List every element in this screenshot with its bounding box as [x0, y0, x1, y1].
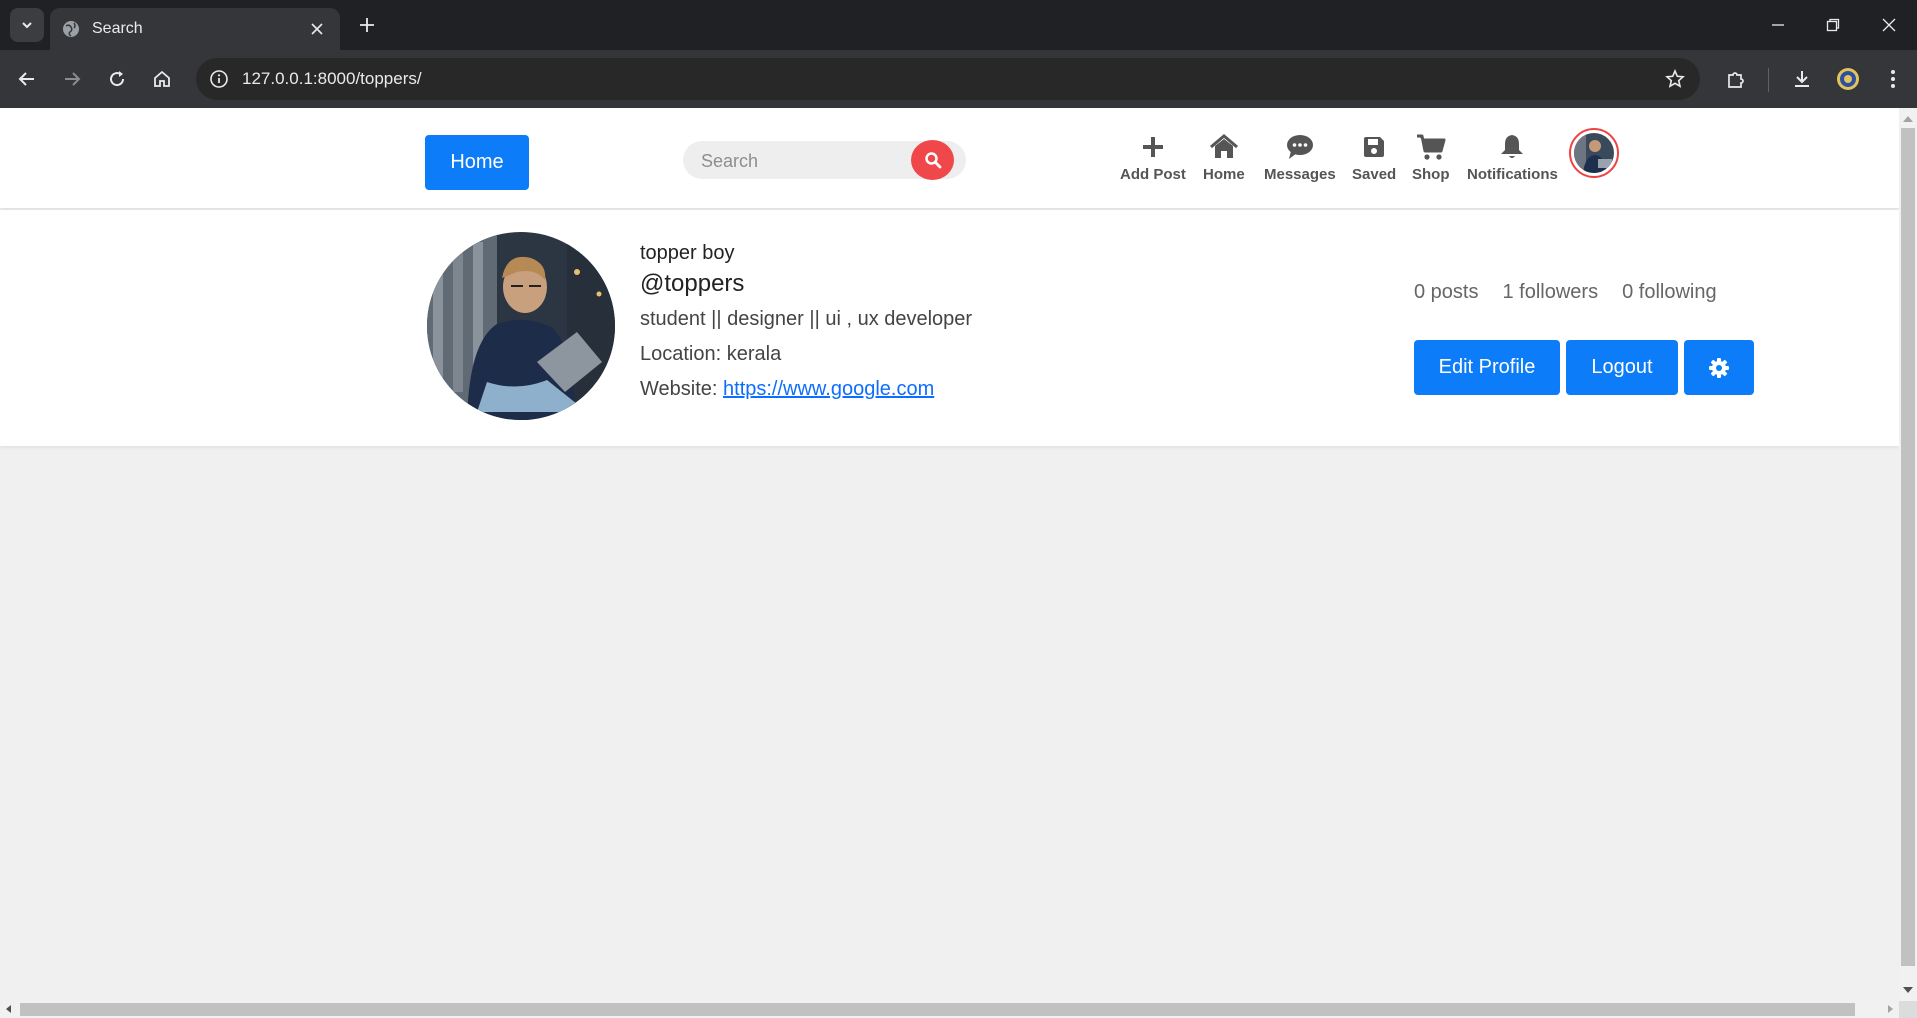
scroll-up-arrow-icon[interactable]	[1903, 116, 1913, 122]
site-navbar: Home Add Post Home Messages	[0, 108, 1899, 208]
back-button[interactable]	[12, 64, 42, 94]
close-icon	[1882, 18, 1896, 32]
nav-label: Notifications	[1467, 166, 1558, 183]
location-value: kerala	[726, 343, 782, 365]
tab-title: Search	[92, 20, 143, 37]
profile-picture	[427, 232, 615, 420]
browser-tab[interactable]: Search	[50, 8, 340, 50]
website-prefix: Website:	[640, 378, 718, 400]
arrow-right-icon	[65, 72, 81, 86]
download-icon	[1795, 71, 1809, 87]
chevron-down-icon	[22, 22, 32, 29]
forward-button[interactable]	[57, 64, 87, 94]
home-outline-icon	[154, 70, 170, 87]
restore-icon	[1826, 18, 1840, 32]
extensions-button[interactable]	[1721, 64, 1751, 94]
floppy-disk-icon	[1359, 132, 1389, 162]
website-line: Website: https://www.google.com	[640, 378, 972, 401]
chat-bubble-icon	[1285, 132, 1315, 162]
horizontal-scroll-thumb[interactable]	[20, 1003, 1855, 1016]
nav-shop[interactable]: Shop	[1412, 132, 1450, 183]
horizontal-scrollbar[interactable]	[0, 1001, 1917, 1018]
site-info-icon[interactable]	[204, 64, 234, 94]
settings-button[interactable]	[1684, 340, 1754, 395]
puzzle-piece-icon	[1728, 72, 1744, 88]
tab-close-icon[interactable]	[306, 18, 328, 40]
browser-toolbar: 127.0.0.1:8000/toppers/	[0, 50, 1917, 108]
kebab-menu-icon	[1891, 70, 1895, 88]
followers-count[interactable]: 1 followers	[1502, 281, 1598, 304]
following-count[interactable]: 0 following	[1622, 281, 1717, 304]
location-prefix: Location:	[640, 343, 722, 365]
location-line: Location: kerala	[640, 343, 972, 366]
reload-button[interactable]	[102, 64, 132, 94]
bio: student || designer || ui , ux developer	[640, 308, 973, 330]
nav-label: Shop	[1412, 166, 1450, 183]
nav-label: Home	[1203, 166, 1245, 183]
edit-profile-button[interactable]: Edit Profile	[1414, 340, 1560, 395]
profile-extension-button[interactable]	[1833, 64, 1863, 94]
nav-notifications[interactable]: Notifications	[1467, 132, 1558, 183]
shopping-cart-icon	[1416, 132, 1446, 162]
plus-icon	[1138, 132, 1168, 162]
house-icon	[1209, 132, 1239, 162]
vertical-scrollbar[interactable]	[1899, 108, 1917, 1001]
search-input[interactable]	[699, 147, 903, 175]
url-text: 127.0.0.1:8000/toppers/	[242, 69, 422, 88]
bookmark-star-icon[interactable]	[1660, 64, 1690, 94]
username: @toppers	[640, 270, 745, 297]
nav-saved[interactable]: Saved	[1352, 132, 1396, 183]
page-viewport: Home Add Post Home Messages	[0, 108, 1899, 1001]
nav-messages[interactable]: Messages	[1264, 132, 1336, 183]
home-button[interactable]: Home	[425, 135, 529, 190]
arrow-left-icon	[18, 72, 34, 86]
minimize-icon	[1772, 24, 1784, 26]
browser-menu-button[interactable]	[1878, 64, 1908, 94]
bell-icon	[1497, 132, 1527, 162]
address-bar[interactable]: 127.0.0.1:8000/toppers/	[196, 58, 1700, 100]
nav-avatar[interactable]	[1569, 128, 1619, 178]
logout-button[interactable]: Logout	[1566, 340, 1678, 395]
reload-icon	[110, 71, 125, 87]
scroll-down-arrow-icon[interactable]	[1903, 987, 1913, 993]
search-submit-button[interactable]	[911, 140, 954, 180]
new-tab-button[interactable]	[354, 12, 380, 38]
nav-add-post[interactable]: Add Post	[1120, 132, 1186, 183]
display-name: topper boy	[640, 242, 735, 264]
downloads-button[interactable]	[1787, 64, 1817, 94]
browser-tab-bar: Search	[0, 0, 1917, 50]
home-page-button[interactable]	[147, 64, 177, 94]
profile-info: topper boy @toppers student || designer …	[640, 242, 972, 401]
close-window-button[interactable]	[1874, 10, 1904, 40]
crest-logo-icon	[1837, 68, 1859, 90]
plus-icon	[360, 18, 374, 32]
posts-count[interactable]: 0 posts	[1414, 281, 1478, 304]
scrollbar-corner	[1899, 1001, 1917, 1018]
globe-icon	[63, 21, 79, 37]
search-bar	[683, 140, 966, 180]
nav-label: Saved	[1352, 166, 1397, 183]
nav-label: Messages	[1264, 166, 1336, 183]
profile-header: topper boy @toppers student || designer …	[0, 210, 1899, 446]
restore-button[interactable]	[1818, 10, 1848, 40]
nav-label: Add Post	[1120, 166, 1186, 183]
scroll-right-arrow-icon[interactable]	[1888, 1005, 1893, 1013]
vertical-scroll-thumb[interactable]	[1901, 128, 1915, 966]
toolbar-divider	[1768, 68, 1769, 92]
gear-icon	[1709, 357, 1729, 378]
tab-list-button[interactable]	[10, 8, 44, 42]
profile-stats: 0 posts 1 followers 0 following	[1414, 281, 1717, 304]
minimize-button[interactable]	[1763, 10, 1793, 40]
nav-home[interactable]: Home	[1203, 132, 1245, 183]
search-icon	[924, 152, 941, 169]
avatar	[1574, 133, 1614, 173]
profile-actions: Edit Profile Logout	[1414, 340, 1754, 395]
scroll-left-arrow-icon[interactable]	[6, 1005, 11, 1013]
website-link[interactable]: https://www.google.com	[723, 378, 934, 400]
